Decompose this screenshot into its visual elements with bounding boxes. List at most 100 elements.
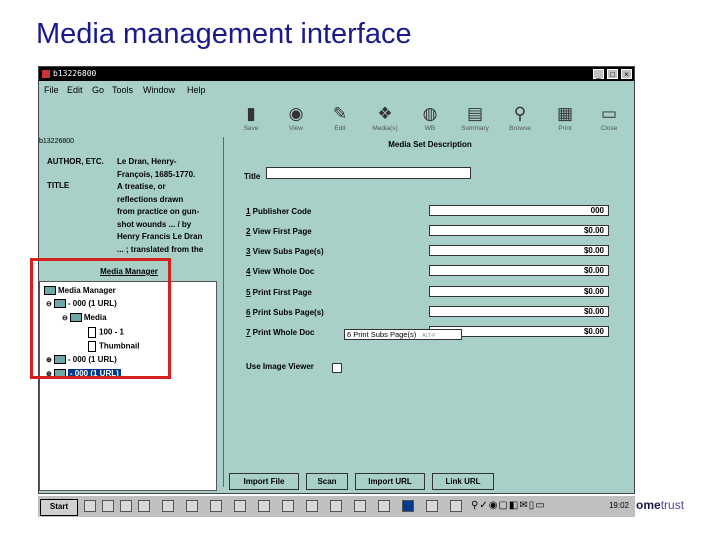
save-label: Save: [243, 125, 259, 132]
taskbar-task-icon[interactable]: [330, 500, 342, 512]
printer-icon: ▦: [556, 104, 574, 123]
window-title: b13226800: [53, 69, 97, 78]
browse-label: Browse: [509, 125, 531, 132]
close-label: Close: [600, 125, 618, 132]
system-tray-icons[interactable]: ⚲✓◉▢◧✉▯▭: [471, 500, 546, 511]
browse-button[interactable]: ⚲ Browse: [503, 103, 537, 132]
view-subs-pages-input[interactable]: $0.00: [429, 245, 609, 256]
taskbar: Start ⚲✓◉▢◧✉▯▭ 19:02: [38, 495, 635, 517]
field-view-first-page-label: 2 View First Page: [246, 227, 312, 236]
menu-help[interactable]: Help: [187, 85, 206, 95]
media-icon: ❖: [377, 104, 393, 123]
minimize-button[interactable]: _: [593, 69, 604, 79]
field-print-first-page-label: 5 Print First Page: [246, 288, 312, 297]
wb-button[interactable]: ◍ WB: [413, 103, 447, 132]
pane-divider[interactable]: [223, 137, 224, 487]
publisher-code-input[interactable]: 000: [429, 205, 609, 216]
scan-button[interactable]: Scan: [306, 473, 348, 490]
field-print-subs-pages-label: 6 Print Subs Page(s): [246, 308, 324, 317]
view-whole-doc-input[interactable]: $0.00: [429, 265, 609, 276]
edit-button[interactable]: ✎ Edit: [323, 103, 357, 132]
import-file-button[interactable]: Import File: [229, 473, 299, 490]
taskbar-app-icon[interactable]: [138, 500, 150, 512]
view-button[interactable]: ◉ View: [279, 103, 313, 132]
title-field-label: Title: [244, 172, 261, 181]
taskbar-app-icon[interactable]: [120, 500, 132, 512]
print-first-page-input[interactable]: $0.00: [429, 286, 609, 297]
title-line: ... ; translated from the: [117, 244, 204, 254]
taskbar-task-icon[interactable]: [426, 500, 438, 512]
title-bar: b13226800 _ □ ×: [39, 67, 634, 81]
summary-icon: ▤: [466, 104, 484, 123]
globe-icon: ◍: [422, 104, 438, 123]
menu-file[interactable]: File: [44, 85, 59, 95]
author-line: François, 1685-1770.: [117, 169, 196, 179]
taskbar-task-icon[interactable]: [282, 500, 294, 512]
summary-button[interactable]: ▤ Summary: [458, 103, 492, 132]
edit-icon: ✎: [332, 104, 348, 123]
view-first-page-input[interactable]: $0.00: [429, 225, 609, 236]
taskbar-task-icon[interactable]: [162, 500, 174, 512]
taskbar-task-icon[interactable]: [378, 500, 390, 512]
tooltip-shortcut: ALT-F: [422, 333, 436, 339]
author-label: AUTHOR, ETC.: [47, 157, 104, 166]
print-label: Print: [558, 125, 572, 132]
menu-edit[interactable]: Edit: [67, 85, 83, 95]
author-value: Le Dran, Henry- François, 1685-1770.: [117, 156, 217, 181]
menu-window[interactable]: Window: [143, 85, 175, 95]
close-button[interactable]: ▭ Close: [592, 103, 626, 132]
author-line: Le Dran, Henry-: [117, 157, 177, 166]
print-subs-pages-input[interactable]: $0.00: [429, 306, 609, 317]
title-line: Henry Francis Le Dran: [117, 232, 203, 241]
view-label: View: [289, 125, 303, 132]
media-set-description-title: Media Set Description: [388, 140, 472, 149]
field-print-whole-doc-label: 7 Print Whole Doc: [246, 328, 315, 337]
title-value: A treatise, or reflections drawn from pr…: [117, 181, 217, 256]
tooltip-text: 6 Print Subs Page(s): [347, 330, 417, 339]
maximize-button[interactable]: □: [607, 69, 618, 79]
record-id: b13226800: [39, 138, 75, 145]
eye-icon: ◉: [288, 104, 304, 123]
taskbar-task-icon[interactable]: [186, 500, 198, 512]
menu-bar: File Edit Go Tools Window Help: [39, 83, 634, 97]
wb-label: WB: [424, 125, 436, 132]
taskbar-task-icon[interactable]: [450, 500, 462, 512]
menu-tools[interactable]: Tools: [112, 85, 133, 95]
taskbar-task-icon[interactable]: [210, 500, 222, 512]
logo-rest: trust: [660, 498, 685, 512]
close-doc-icon: ▭: [600, 104, 618, 123]
highlight-annotation: [30, 258, 171, 379]
field-publisher-code-label: 1 Publisher Code: [246, 207, 312, 216]
close-window-button[interactable]: ×: [621, 69, 632, 79]
magnifier-icon: ⚲: [513, 104, 527, 123]
field-view-subs-pages-label: 3 View Subs Page(s): [246, 247, 324, 256]
taskbar-task-icon-active[interactable]: [402, 500, 414, 512]
save-button[interactable]: ▮ Save: [234, 103, 268, 132]
menu-go[interactable]: Go: [92, 85, 104, 95]
taskbar-task-icon[interactable]: [354, 500, 366, 512]
clock: 19:02: [608, 501, 629, 510]
title-input[interactable]: [266, 167, 471, 179]
app-icon: [42, 70, 50, 78]
import-url-button[interactable]: Import URL: [355, 473, 425, 490]
use-image-viewer-checkbox[interactable]: [332, 363, 342, 373]
title-line: reflections drawn: [117, 194, 184, 204]
taskbar-app-icon[interactable]: [102, 500, 114, 512]
media-button[interactable]: ❖ Media(s): [368, 103, 402, 132]
title-line: from practice on gun-: [117, 207, 200, 216]
field-view-whole-doc-label: 4 View Whole Doc: [246, 267, 315, 276]
tooltip: 6 Print Subs Page(s) ALT-F: [344, 329, 462, 340]
logo-bold: ome: [636, 498, 661, 512]
link-url-button[interactable]: Link URL: [432, 473, 494, 490]
edit-label: Edit: [334, 125, 346, 132]
taskbar-app-icon[interactable]: [84, 500, 96, 512]
taskbar-task-icon[interactable]: [306, 500, 318, 512]
taskbar-task-icon[interactable]: [258, 500, 270, 512]
floppy-icon: ▮: [246, 104, 256, 123]
start-button[interactable]: Start: [40, 499, 78, 516]
media-label: Media(s): [372, 125, 398, 132]
slide-title: Media management interface: [36, 18, 412, 50]
logo: ometrust: [636, 498, 684, 512]
taskbar-task-icon[interactable]: [234, 500, 246, 512]
print-button[interactable]: ▦ Print: [548, 103, 582, 132]
